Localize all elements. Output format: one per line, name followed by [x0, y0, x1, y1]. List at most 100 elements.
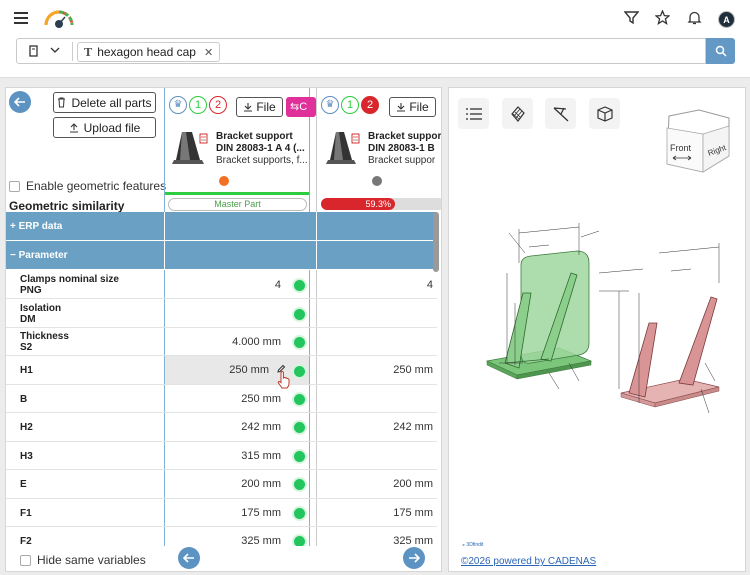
delete-all-parts-button[interactable]: Delete all parts — [53, 92, 156, 113]
param-code: DM — [20, 314, 36, 325]
param-name: Clamps nominal size — [20, 274, 119, 285]
delete-all-label: Delete all parts — [71, 95, 152, 110]
crown-icon[interactable]: ♛ — [169, 96, 187, 114]
similarity-percent-sign: % — [382, 199, 391, 209]
search-button[interactable] — [706, 38, 735, 64]
render-mode-button[interactable] — [502, 98, 533, 129]
gauge-logo-icon[interactable] — [43, 9, 75, 29]
match-dot — [292, 335, 307, 350]
part-title[interactable]: Bracket suppor DIN 28083-1 B — [368, 131, 441, 155]
section-parameter-label: − Parameter — [10, 250, 68, 261]
similarity-bar: 59.3% — [321, 198, 395, 210]
list-icon — [465, 107, 482, 120]
param-value-1[interactable]: 175 mm — [165, 507, 281, 519]
vertical-scrollbar[interactable] — [433, 212, 439, 272]
enable-geometric-checkbox[interactable]: Enable geometric features — [9, 179, 166, 193]
file-label: File — [409, 100, 429, 114]
arrow-left-icon — [13, 97, 25, 107]
part-description: Bracket supports, f... — [216, 155, 308, 166]
param-value-1[interactable]: 4 — [165, 279, 281, 291]
star-icon[interactable] — [655, 10, 670, 25]
param-row: H3 315 mm — [6, 442, 437, 470]
back-button[interactable] — [9, 91, 31, 113]
measure-angle-icon — [553, 106, 568, 121]
upload-icon — [69, 122, 78, 133]
list-view-button[interactable] — [458, 98, 489, 129]
scroll-right-button[interactable] — [403, 547, 425, 569]
param-value-1[interactable]: 4.000 mm — [165, 336, 281, 348]
checkbox[interactable] — [9, 180, 20, 192]
cadenas-link[interactable]: ©2026 powered by CADENAS — [461, 556, 596, 567]
match-dot — [292, 477, 307, 492]
badge-green[interactable]: 1 — [189, 96, 207, 114]
section-parameter[interactable]: − Parameter — [6, 241, 437, 270]
column-divider — [164, 212, 165, 240]
part-thumbnail[interactable] — [170, 130, 210, 166]
status-dot — [372, 176, 382, 186]
master-part-badge: Master Part — [168, 198, 307, 211]
brand-small-label: 3Dfindit — [466, 542, 484, 548]
crown-icon[interactable]: ♛ — [321, 96, 339, 114]
file-download-button[interactable]: File — [389, 97, 436, 117]
part-title[interactable]: Bracket support DIN 28083-1 A 4 (... — [216, 131, 305, 155]
download-icon — [397, 103, 406, 112]
param-value-2: 200 mm — [393, 478, 433, 490]
match-dot — [292, 506, 307, 521]
param-label: B — [20, 394, 28, 405]
param-value-1[interactable]: 200 mm — [165, 478, 281, 490]
user-avatar[interactable]: A — [718, 11, 735, 28]
green-bracket-model[interactable] — [485, 250, 593, 380]
geometric-similarity-label: Geometric similarity — [9, 199, 125, 213]
file-download-button[interactable]: File — [236, 97, 283, 117]
catalog-scope-icon[interactable] — [29, 45, 38, 57]
part-thumbnail[interactable] — [322, 130, 362, 166]
search-input[interactable]: T hexagon head cap ✕ — [16, 38, 706, 64]
view-box-button[interactable] — [589, 98, 620, 129]
scroll-left-button[interactable] — [178, 547, 200, 569]
badge-red[interactable]: 2 — [209, 96, 227, 114]
section-erp-data[interactable]: + ERP data — [6, 212, 437, 241]
badge-red[interactable]: 2 — [361, 96, 379, 114]
bell-icon[interactable] — [687, 10, 702, 25]
param-label: Clamps nominal size PNG — [20, 274, 119, 296]
cube-front-label[interactable]: Front — [670, 143, 692, 153]
param-name: Thickness — [20, 331, 69, 342]
hide-same-variables-checkbox[interactable]: Hide same variables — [20, 553, 146, 567]
bottom-controls: Hide same variables — [6, 546, 441, 571]
master-indicator-bar — [165, 192, 309, 195]
param-value-1[interactable]: 250 mm — [165, 393, 281, 405]
part-title-line2: DIN 28083-1 B — [368, 143, 435, 154]
param-value-2: 242 mm — [393, 421, 433, 433]
badge-green[interactable]: 1 — [341, 96, 359, 114]
part-title-line1: Bracket suppor — [368, 131, 442, 142]
param-row: E 200 mm 200 mm — [6, 470, 437, 499]
close-icon[interactable]: ✕ — [204, 46, 213, 59]
param-value-1[interactable]: 250 mm — [165, 364, 269, 376]
transfer-icon: ⇆ — [290, 101, 300, 113]
red-bracket-model[interactable] — [620, 296, 720, 408]
view-cube[interactable]: Front Right — [659, 106, 735, 176]
upload-file-label: Upload file — [83, 120, 141, 135]
param-label: Thickness S2 — [20, 331, 69, 353]
param-row: Clamps nominal size PNG 4 4 — [6, 270, 437, 299]
param-value-1[interactable]: 242 mm — [165, 421, 281, 433]
param-row: H2 242 mm 242 mm — [6, 413, 437, 442]
param-row: Isolation DM — [6, 299, 437, 328]
upload-file-button[interactable]: Upload file — [53, 117, 156, 138]
measure-button[interactable] — [545, 98, 576, 129]
search-chip[interactable]: T hexagon head cap ✕ — [77, 42, 221, 62]
cad-button[interactable]: ⇆C — [286, 97, 316, 117]
param-row-h1: H1 250 mm 250 mm — [6, 356, 437, 389]
param-label: Isolation DM — [20, 303, 61, 325]
filter-icon[interactable] — [624, 10, 639, 25]
match-dot — [292, 392, 307, 407]
chevron-down-icon[interactable] — [50, 45, 60, 55]
param-value-2: 250 mm — [393, 364, 433, 376]
search-chip-label: hexagon head cap — [97, 45, 196, 59]
arrow-right-icon — [409, 553, 421, 563]
search-icon — [715, 45, 727, 57]
param-value-1[interactable]: 315 mm — [165, 450, 281, 462]
checkbox[interactable] — [20, 554, 31, 566]
menu-icon[interactable] — [14, 12, 28, 24]
3d-model-view[interactable] — [479, 213, 741, 423]
